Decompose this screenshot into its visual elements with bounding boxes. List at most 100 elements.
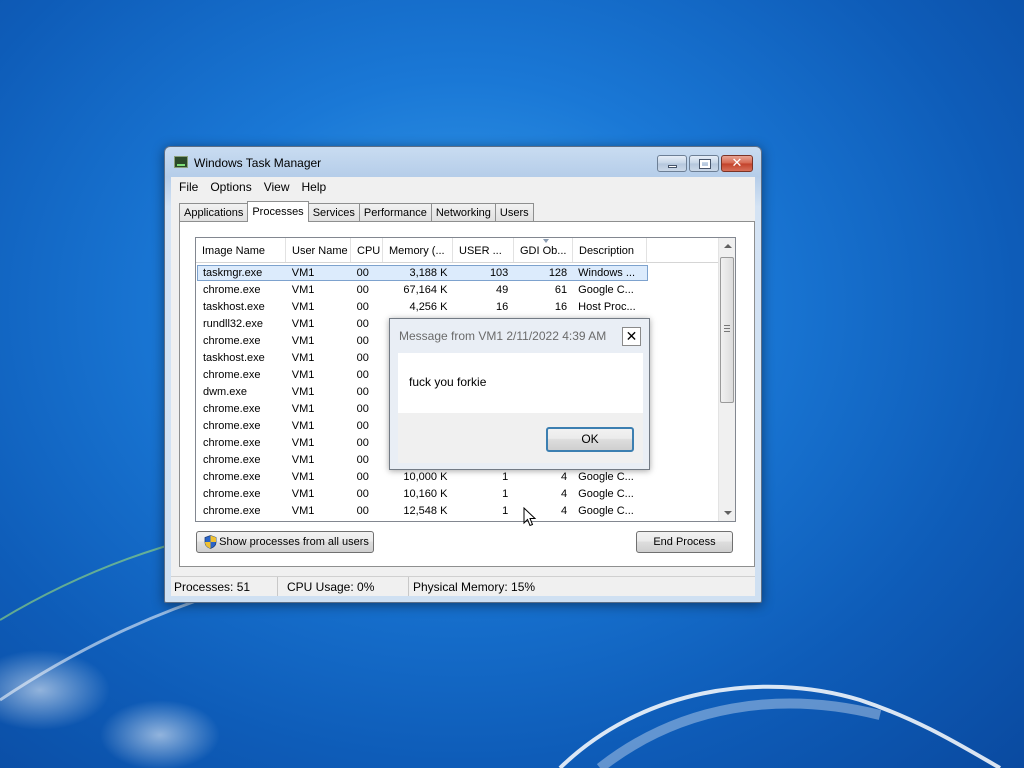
menu-options[interactable]: Options [204, 180, 257, 194]
menu-view[interactable]: View [258, 180, 296, 194]
maximize-icon [699, 159, 711, 169]
cell-description: Google C... [578, 283, 634, 296]
table-row[interactable]: taskmgr.exe VM1 00 3,188 K 103 128 Windows ... [196, 264, 719, 281]
cell-cpu: 00 [356, 504, 369, 517]
cell-memory: 3,188 K [409, 266, 448, 279]
ok-button[interactable]: OK [546, 427, 634, 452]
tab-strip: Applications Processes Services Performa… [179, 201, 534, 222]
cell-gdi-objects: 61 [554, 283, 568, 296]
table-row[interactable]: chrome.exe VM1 00 10,160 K 1 4 Google C... [196, 485, 719, 502]
tab-networking[interactable]: Networking [430, 203, 496, 222]
table-row[interactable]: chrome.exe VM1 00 10,000 K 1 4 Google C... [196, 468, 719, 485]
cell-cpu: 00 [356, 453, 369, 466]
cell-image-name: chrome.exe [203, 334, 261, 347]
table-row[interactable]: chrome.exe VM1 00 67,164 K 49 61 Google C... [196, 281, 719, 298]
cell-gdi-objects: 16 [554, 300, 568, 313]
cell-user-name: VM1 [291, 419, 315, 432]
cell-user-name: VM1 [291, 317, 315, 330]
row-cells: taskhost.exe VM1 00 4,256 K 16 16 Host Proc... [197, 299, 648, 315]
dialog-body: fuck you forkie [398, 353, 643, 413]
cell-cpu: 00 [356, 368, 369, 381]
close-icon: ✕ [731, 155, 743, 170]
column-user-name[interactable]: User Name [286, 238, 351, 262]
message-dialog: Message from VM1 2/11/2022 4:39 AM ✕ fuc… [389, 318, 650, 470]
column-user-objects[interactable]: USER ... [453, 238, 514, 262]
close-button[interactable]: ✕ [721, 155, 753, 172]
show-all-processes-button[interactable]: Show processes from all users [196, 531, 374, 553]
cell-memory: 10,000 K [403, 470, 448, 483]
cell-user-name: VM1 [291, 283, 315, 296]
cell-user-objects: 1 [502, 470, 509, 483]
status-processes: Processes: 51 [171, 577, 278, 596]
cell-user-name: VM1 [291, 266, 315, 279]
title-bar[interactable]: Windows Task Manager ✕ [165, 147, 761, 177]
cell-user-name: VM1 [291, 334, 315, 347]
row-cells: chrome.exe VM1 00 12,548 K 1 4 Google C... [197, 503, 648, 519]
tab-services[interactable]: Services [307, 203, 360, 222]
row-cells: taskmgr.exe VM1 00 3,188 K 103 128 Windows ... [197, 264, 648, 281]
cell-cpu: 00 [356, 487, 369, 500]
maximize-button[interactable] [689, 155, 719, 172]
cell-description: Google C... [578, 487, 634, 500]
dialog-close-icon[interactable]: ✕ [622, 327, 641, 346]
cell-image-name: taskhost.exe [203, 351, 265, 364]
cell-image-name: chrome.exe [203, 436, 261, 449]
row-cells: chrome.exe VM1 00 10,000 K 1 4 Google C... [197, 469, 648, 485]
cell-image-name: chrome.exe [203, 470, 261, 483]
caption-buttons: ✕ [655, 155, 753, 172]
cell-image-name: taskmgr.exe [203, 266, 263, 279]
cell-user-objects: 1 [502, 504, 509, 517]
menu-help[interactable]: Help [296, 180, 333, 194]
tab-users[interactable]: Users [494, 203, 534, 222]
cell-cpu: 00 [356, 300, 369, 313]
cell-image-name: chrome.exe [203, 487, 261, 500]
column-image-name[interactable]: Image Name [196, 238, 286, 262]
scroll-thumb[interactable] [720, 257, 734, 403]
cell-cpu: 00 [356, 470, 369, 483]
show-all-label: Show processes from all users [219, 536, 369, 548]
cell-cpu: 00 [356, 317, 369, 330]
cell-memory: 67,164 K [403, 283, 448, 296]
cell-cpu: 00 [356, 266, 369, 279]
cell-user-name: VM1 [291, 385, 315, 398]
window-title: Windows Task Manager [194, 156, 322, 170]
cell-cpu: 00 [356, 419, 369, 432]
cell-image-name: chrome.exe [203, 504, 261, 517]
table-row[interactable]: chrome.exe VM1 00 12,548 K 1 4 Google C... [196, 502, 719, 519]
column-cpu[interactable]: CPU [351, 238, 383, 262]
tab-applications[interactable]: Applications [179, 203, 249, 222]
cell-description: Windows ... [578, 266, 636, 279]
cell-cpu: 00 [356, 334, 369, 347]
scroll-up-icon[interactable] [719, 238, 735, 255]
cell-user-name: VM1 [291, 487, 315, 500]
status-bar: Processes: 51 CPU Usage: 0% Physical Mem… [171, 576, 755, 596]
cell-cpu: 00 [356, 351, 369, 364]
cell-user-name: VM1 [291, 453, 315, 466]
tab-processes[interactable]: Processes [247, 201, 309, 222]
minimize-button[interactable] [657, 155, 687, 172]
cell-user-objects: 16 [496, 300, 509, 313]
column-description[interactable]: Description [573, 238, 647, 262]
grip-icon [724, 325, 730, 332]
cell-cpu: 00 [356, 283, 369, 296]
menu-bar: File Options View Help [171, 177, 755, 196]
table-row[interactable]: taskhost.exe VM1 00 4,256 K 16 16 Host Proc... [196, 298, 719, 315]
status-memory: Physical Memory: 15% [413, 580, 536, 594]
cell-description: Host Proc... [578, 300, 636, 313]
cell-user-name: VM1 [291, 351, 315, 364]
dialog-title: Message from VM1 2/11/2022 4:39 AM [399, 329, 607, 343]
menu-file[interactable]: File [173, 180, 204, 194]
column-memory[interactable]: Memory (... [383, 238, 453, 262]
end-process-button[interactable]: End Process [636, 531, 733, 553]
tab-performance[interactable]: Performance [358, 203, 432, 222]
cell-user-objects: 1 [502, 487, 509, 500]
column-gdi-objects[interactable]: GDI Ob... [514, 238, 573, 262]
scroll-down-icon[interactable] [719, 504, 735, 521]
task-manager-icon [174, 156, 188, 168]
cell-user-name: VM1 [291, 470, 315, 483]
cell-gdi-objects: 4 [561, 470, 568, 483]
cell-user-name: VM1 [291, 504, 315, 517]
cell-user-name: VM1 [291, 436, 315, 449]
cell-memory: 4,256 K [409, 300, 448, 313]
vertical-scrollbar[interactable] [718, 238, 735, 521]
